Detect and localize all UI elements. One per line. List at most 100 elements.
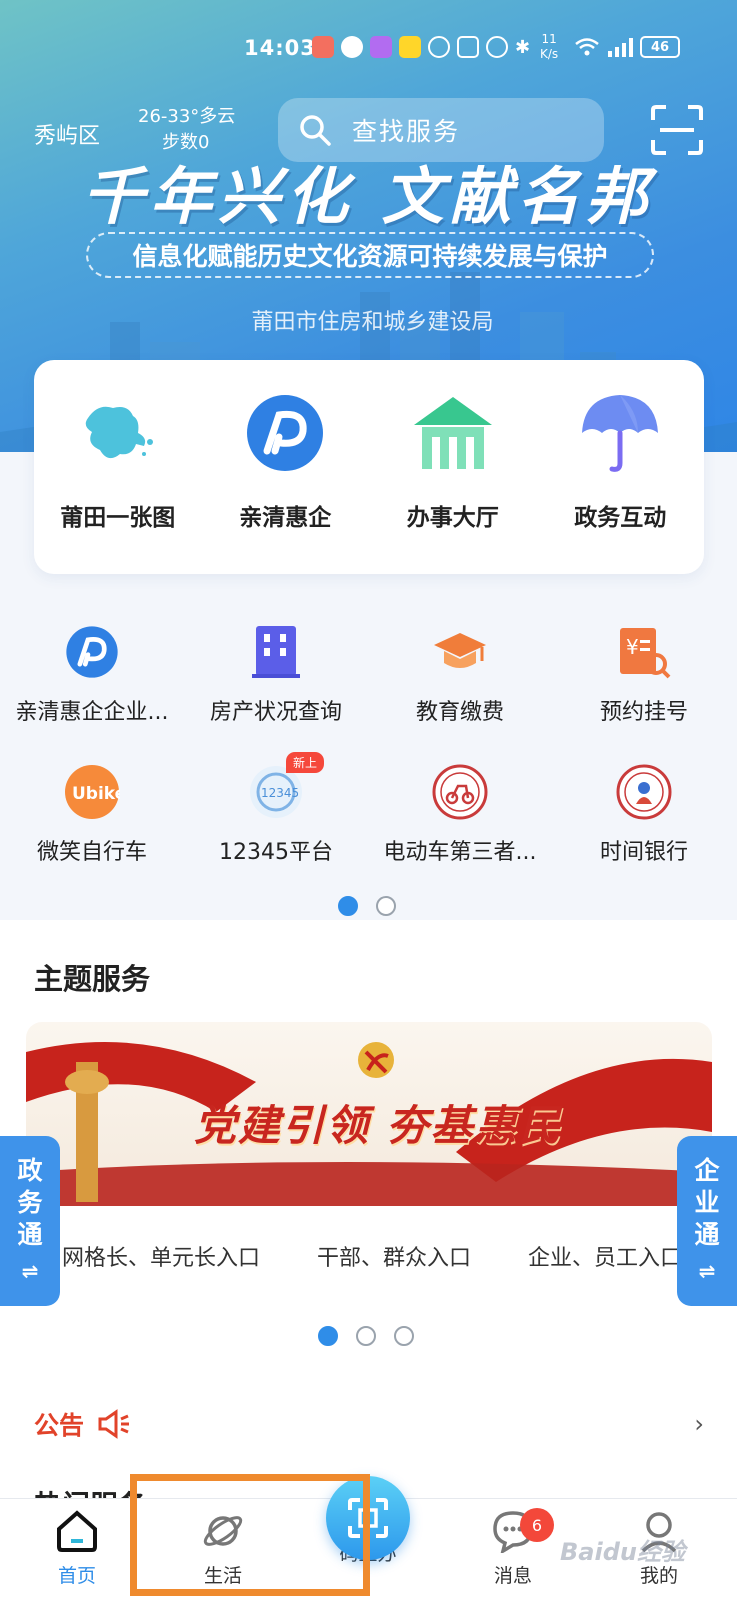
party-building-banner[interactable]: 党建引领 夯基惠民 — [26, 1022, 712, 1206]
network-speed-value: 11 — [541, 32, 557, 46]
chat-app-icon — [370, 36, 392, 58]
map-icon — [73, 388, 163, 478]
pager-dot[interactable] — [356, 1326, 376, 1346]
tab-home[interactable]: 首页 — [22, 1509, 132, 1588]
status-right: 46 — [574, 36, 680, 58]
announcement-bar[interactable]: 公告 › — [34, 1404, 704, 1444]
quick-service-interaction[interactable]: 政务互动 — [545, 388, 695, 574]
switch-icon: ⇌ — [698, 1259, 716, 1283]
svg-text:Ubike: Ubike — [72, 784, 120, 804]
scan-icon[interactable] — [650, 104, 704, 156]
service-property-query[interactable]: 房产状况查询 — [184, 622, 368, 726]
signal-icon — [608, 38, 633, 57]
tab-label: 首页 — [57, 1565, 96, 1587]
network-speed: 11 K/s — [540, 32, 558, 62]
pager-dot[interactable] — [376, 896, 396, 916]
bluetooth-icon: ✱ — [515, 36, 531, 58]
theme-entry-links: 网格长、单元长入口 干部、群众入口 企业、员工入口 — [62, 1240, 682, 1272]
data-saver-icon — [428, 36, 450, 58]
quick-service-label: 办事大厅 — [406, 505, 499, 531]
battery-indicator: 46 — [640, 36, 680, 58]
service-label: 电动车第三者... — [383, 840, 537, 865]
service-label: 微笑自行车 — [36, 840, 147, 865]
quick-service-label: 亲清惠企 — [239, 505, 332, 531]
service-12345[interactable]: 12345 新上 12345平台 — [184, 752, 368, 866]
quick-service-map[interactable]: 莆田一张图 — [43, 388, 193, 574]
alarm-icon — [486, 36, 508, 58]
theme-link-enterprise[interactable]: 企业、员工入口 — [528, 1240, 682, 1272]
theme-banner-pager[interactable] — [318, 1326, 414, 1346]
service-grid: 亲清惠企企业... 房产状况查询 教育缴费 ¥ 预约挂号 Ubike 微笑自行车 — [0, 622, 737, 910]
service-label: 12345平台 — [219, 840, 333, 865]
search-placeholder: 查找服务 — [352, 117, 461, 146]
status-bar: 14:03 ✱ 11 K/s 46 — [0, 0, 737, 96]
annotation-highlight-box — [130, 1474, 370, 1596]
tab-label: 消息 — [493, 1565, 532, 1587]
service-label: 预约挂号 — [599, 700, 688, 725]
network-speed-unit: K/s — [540, 47, 559, 61]
announcement-label: 公告 — [34, 1411, 85, 1440]
search-icon — [300, 115, 331, 146]
banner-subtitle: 信息化赋能历史文化资源可持续发展与保护 — [86, 232, 654, 278]
service-appointment[interactable]: ¥ 预约挂号 — [552, 622, 736, 726]
theme-link-cadre[interactable]: 干部、群众入口 — [317, 1240, 471, 1272]
quick-service-hall[interactable]: 办事大厅 — [378, 388, 528, 574]
building-icon — [246, 622, 306, 682]
service-label: 时间银行 — [599, 840, 688, 865]
service-time-bank[interactable]: 时间银行 — [552, 762, 736, 866]
status-time: 14:03 — [244, 36, 316, 60]
weather-text: 26-33°多云 — [138, 106, 236, 127]
party-banner-text: 党建引领 夯基惠民 — [194, 1101, 563, 1150]
watermark: Baidu经验 — [560, 1538, 685, 1566]
megaphone-icon — [98, 1409, 130, 1439]
service-label: 房产状况查询 — [209, 700, 342, 725]
home-icon — [57, 1510, 97, 1552]
receipt-icon: ¥ — [614, 622, 674, 682]
service-ubike[interactable]: Ubike 微笑自行车 — [0, 762, 184, 866]
service-qinqing-enterprise[interactable]: 亲清惠企企业... — [0, 622, 184, 726]
side-tab-char: 政 — [17, 1156, 43, 1185]
ubike-icon: Ubike — [62, 762, 122, 822]
message-count-badge: 6 — [520, 1508, 554, 1542]
zhengwutong-side-tab[interactable]: 政 务 通 ⇌ — [0, 1136, 60, 1306]
ebike-badge-icon — [430, 762, 490, 822]
yy-app-icon — [399, 36, 421, 58]
service-label: 亲清惠企企业... — [15, 700, 169, 725]
time-bank-icon — [614, 762, 674, 822]
qinqing-logo-icon — [62, 622, 122, 682]
quick-service-label: 政务互动 — [574, 505, 667, 531]
notification-icons: ✱ — [312, 36, 530, 58]
graduation-cap-icon — [430, 622, 490, 682]
nfc-icon — [457, 36, 479, 58]
umbrella-icon — [575, 388, 665, 478]
service-ebike-insurance[interactable]: 电动车第三者... — [368, 762, 552, 866]
side-tab-char: 务 — [17, 1188, 43, 1217]
quick-services-card: 莆田一张图 亲清惠企 办事大厅 政务互动 — [34, 360, 704, 574]
side-tab-char: 业 — [694, 1188, 720, 1217]
hotline-12345-icon: 12345 新上 — [246, 752, 325, 822]
qiyetong-side-tab[interactable]: 企 业 通 ⇌ — [677, 1136, 737, 1306]
section-title: 主题服务 — [34, 962, 151, 996]
svg-text:¥: ¥ — [626, 635, 639, 659]
qinqing-logo-icon — [240, 388, 330, 478]
pager-dot-active[interactable] — [318, 1326, 338, 1346]
side-tab-char: 企 — [694, 1156, 720, 1185]
hall-icon — [408, 388, 498, 478]
banner-organization: 莆田市住房和城乡建设局 — [251, 310, 494, 335]
pager-dot[interactable] — [394, 1326, 414, 1346]
service-grid-pager[interactable] — [338, 896, 396, 916]
quick-service-label: 莆田一张图 — [60, 505, 176, 531]
banner-title: 千年兴化 文献名邦 — [82, 160, 654, 233]
service-education-fee[interactable]: 教育缴费 — [368, 622, 552, 726]
service-label: 教育缴费 — [415, 700, 504, 725]
audio-app-icon — [341, 36, 363, 58]
new-badge: 新上 — [286, 752, 325, 773]
side-tab-char: 通 — [17, 1220, 43, 1249]
side-tab-char: 通 — [694, 1220, 720, 1249]
svg-text:12345: 12345 — [261, 786, 299, 800]
chevron-right-icon[interactable]: › — [694, 1410, 704, 1438]
theme-link-grid[interactable]: 网格长、单元长入口 — [62, 1240, 260, 1272]
pager-dot-active[interactable] — [338, 896, 358, 916]
quick-service-qinqing[interactable]: 亲清惠企 — [210, 388, 360, 574]
mail-app-icon — [312, 36, 334, 58]
